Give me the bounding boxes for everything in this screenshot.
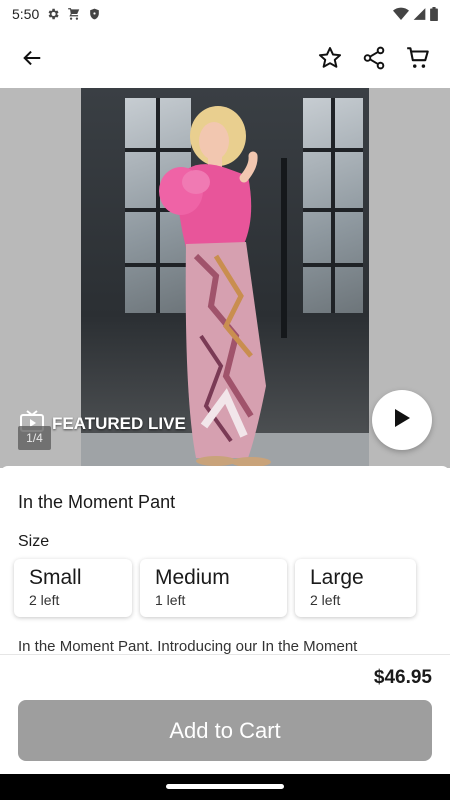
cart-notification-icon (67, 7, 81, 21)
cart-icon[interactable] (398, 38, 438, 78)
status-time: 5:50 (12, 6, 40, 22)
featured-live-label: FEATURED LIVE (52, 413, 186, 433)
size-option-large[interactable]: Large 2 left (295, 559, 416, 617)
size-name: Medium (155, 566, 230, 589)
size-name: Large (310, 566, 364, 589)
product-description: In the Moment Pant. Introducing our In t… (18, 638, 358, 654)
size-option-medium[interactable]: Medium 1 left (140, 559, 287, 617)
product-price: $46.95 (373, 667, 432, 688)
signal-icon (413, 7, 426, 21)
add-to-cart-button[interactable]: Add to Cart (18, 700, 432, 761)
app-bar (0, 28, 450, 88)
play-icon (392, 407, 412, 434)
image-counter: 1/4 (18, 426, 51, 450)
size-stock: 2 left (29, 592, 60, 608)
size-label: Size (18, 533, 50, 550)
share-icon[interactable] (354, 38, 394, 78)
system-nav-bar (0, 774, 450, 800)
back-arrow-icon[interactable] (12, 38, 52, 78)
wifi-icon (393, 7, 409, 21)
home-gesture-handle[interactable] (166, 784, 284, 789)
shield-icon (88, 7, 101, 21)
size-stock: 2 left (310, 592, 341, 608)
play-button[interactable] (372, 390, 432, 450)
battery-icon (430, 7, 438, 21)
product-detail-sheet: In the Moment Pant Size Small 2 left Med… (0, 466, 450, 654)
size-name: Small (29, 566, 82, 589)
gear-icon (46, 7, 60, 21)
product-title: In the Moment Pant (18, 492, 176, 512)
size-option-small[interactable]: Small 2 left (14, 559, 132, 617)
purchase-footer: $46.95 Add to Cart (0, 654, 450, 774)
size-stock: 1 left (155, 592, 186, 608)
status-bar: 5:50 (0, 0, 450, 28)
star-outline-icon[interactable] (310, 38, 350, 78)
